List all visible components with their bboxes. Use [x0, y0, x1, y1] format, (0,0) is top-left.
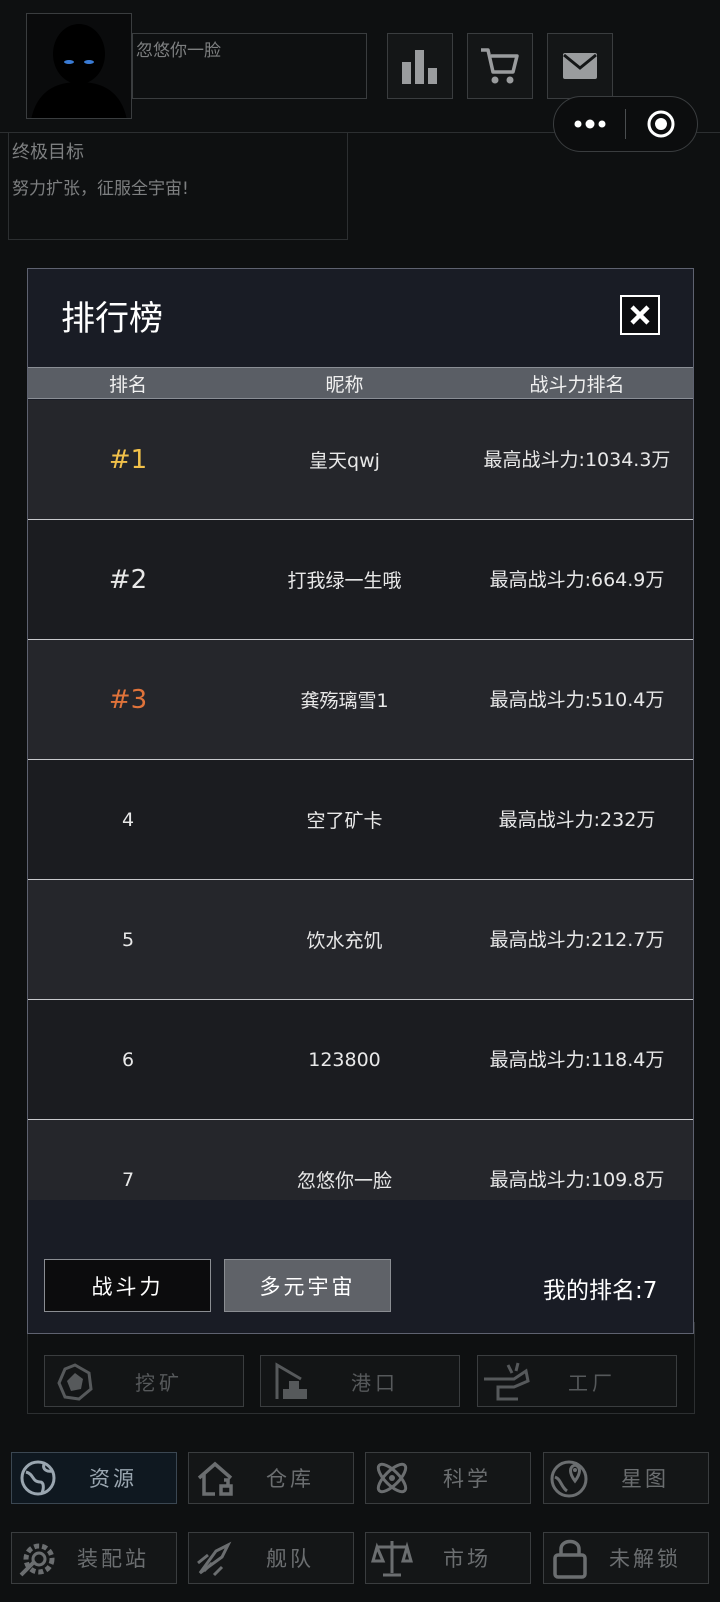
table-row: #1 皇天qwj 最高战斗力:1034.3万 [28, 400, 693, 520]
nav-locked[interactable]: 未解锁 [543, 1532, 709, 1584]
nav-resources[interactable]: 资源 [11, 1452, 177, 1504]
power-cell: 最高战斗力:664.9万 [489, 568, 665, 591]
close-program-button[interactable] [626, 97, 697, 151]
power-cell: 最高战斗力:109.8万 [489, 1168, 665, 1191]
target-circle-icon [647, 110, 675, 138]
mail-icon [563, 53, 597, 79]
power-cell: 最高战斗力:212.7万 [489, 928, 665, 951]
goal-description: 努力扩张，征服全宇宙! [12, 179, 189, 199]
tab-multiverse[interactable]: 多元宇宙 [224, 1259, 391, 1312]
table-row: 6 123800 最高战斗力:118.4万 [28, 1000, 693, 1120]
atom-icon [366, 1457, 418, 1499]
factory-label: 工厂 [568, 1370, 616, 1395]
gear-wrench-icon [12, 1537, 64, 1579]
rank-cell: 5 [121, 928, 135, 951]
nickname-cell: 龚殇璃雪1 [300, 690, 389, 712]
avatar[interactable] [26, 13, 132, 119]
nickname-cell: 123800 [308, 1048, 381, 1071]
factory-button[interactable]: 工厂 [477, 1355, 677, 1407]
leaderboard-modal: 排行榜 排名 昵称 战斗力排名 #1 皇天qwj 最高战斗力:1034.3万 #… [27, 268, 694, 1334]
table-row: 4 空了矿卡 最高战斗力:232万 [28, 760, 693, 880]
player-name: 忽悠你一脸 [136, 41, 221, 61]
mining-icon [57, 1363, 93, 1401]
map-pin-icon [544, 1457, 596, 1499]
mail-button[interactable] [547, 33, 613, 99]
mining-label: 挖矿 [135, 1370, 183, 1395]
lock-icon [544, 1537, 596, 1579]
scales-icon [366, 1537, 418, 1579]
globe-icon [12, 1458, 64, 1498]
power-cell: 最高战斗力:510.4万 [489, 688, 665, 711]
bar-chart-icon [402, 50, 437, 84]
cart-icon [481, 48, 519, 84]
avatar-image [31, 24, 127, 118]
nav-locked-label: 未解锁 [609, 1547, 681, 1571]
nickname-cell: 打我绿一生哦 [287, 570, 402, 592]
more-button[interactable] [554, 97, 625, 151]
nickname-cell: 饮水充饥 [306, 930, 383, 952]
factory-icon [484, 1362, 530, 1401]
nav-warehouse-label: 仓库 [266, 1467, 314, 1491]
header-rank: 排名 [108, 373, 147, 396]
nickname-cell: 皇天qwj [309, 450, 380, 472]
close-icon [630, 305, 650, 325]
house-icon [189, 1458, 241, 1498]
nickname-cell: 空了矿卡 [306, 810, 383, 832]
close-button[interactable] [620, 295, 660, 335]
port-icon [275, 1362, 307, 1399]
table-row: #2 打我绿一生哦 最高战斗力:664.9万 [28, 520, 693, 640]
port-button[interactable]: 港口 [260, 1355, 460, 1407]
nav-market[interactable]: 市场 [365, 1532, 531, 1584]
nav-science-label: 科学 [443, 1467, 491, 1491]
nav-resources-label: 资源 [89, 1467, 137, 1491]
nav-assembly-label: 装配站 [77, 1547, 149, 1571]
mining-button[interactable]: 挖矿 [44, 1355, 244, 1407]
ship-icon [189, 1537, 241, 1579]
rank-cell: 6 [121, 1048, 135, 1071]
table-row: 7 忽悠你一脸 最高战斗力:109.8万 [28, 1120, 693, 1200]
nav-market-label: 市场 [443, 1547, 491, 1571]
goal-title: 终极目标 [12, 142, 84, 163]
stats-button[interactable] [387, 33, 453, 99]
nav-starmap[interactable]: 星图 [543, 1452, 709, 1504]
modal-title: 排行榜 [61, 299, 163, 339]
port-label: 港口 [351, 1370, 399, 1395]
ranking-list[interactable]: #1 皇天qwj 最高战斗力:1034.3万 #2 打我绿一生哦 最高战斗力:6… [28, 400, 693, 1200]
nav-science[interactable]: 科学 [365, 1452, 531, 1504]
table-header: 排名 昵称 战斗力排名 [28, 367, 693, 399]
nav-fleet[interactable]: 舰队 [188, 1532, 354, 1584]
nav-fleet-label: 舰队 [266, 1547, 314, 1571]
rank-cell: 4 [121, 808, 135, 831]
nickname-cell: 忽悠你一脸 [296, 1170, 392, 1192]
rank-cell: #1 [108, 444, 148, 475]
tab-power[interactable]: 战斗力 [44, 1259, 211, 1312]
mini-program-capsule [553, 96, 698, 152]
nav-starmap-label: 星图 [621, 1467, 669, 1491]
rank-cell: 7 [121, 1168, 135, 1191]
header-power: 战斗力排名 [529, 373, 625, 396]
header-nickname: 昵称 [325, 373, 364, 396]
shop-button[interactable] [467, 33, 533, 99]
rank-cell: #2 [108, 564, 148, 595]
power-cell: 最高战斗力:1034.3万 [483, 448, 671, 471]
nav-warehouse[interactable]: 仓库 [188, 1452, 354, 1504]
power-cell: 最高战斗力:232万 [498, 808, 656, 831]
more-dots-icon [574, 119, 605, 129]
table-row: 5 饮水充饥 最高战斗力:212.7万 [28, 880, 693, 1000]
power-cell: 最高战斗力:118.4万 [489, 1048, 665, 1071]
my-rank: 我的排名:7 [543, 1278, 658, 1304]
rank-cell: #3 [108, 684, 148, 715]
nav-assembly[interactable]: 装配站 [11, 1532, 177, 1584]
table-row: #3 龚殇璃雪1 最高战斗力:510.4万 [28, 640, 693, 760]
